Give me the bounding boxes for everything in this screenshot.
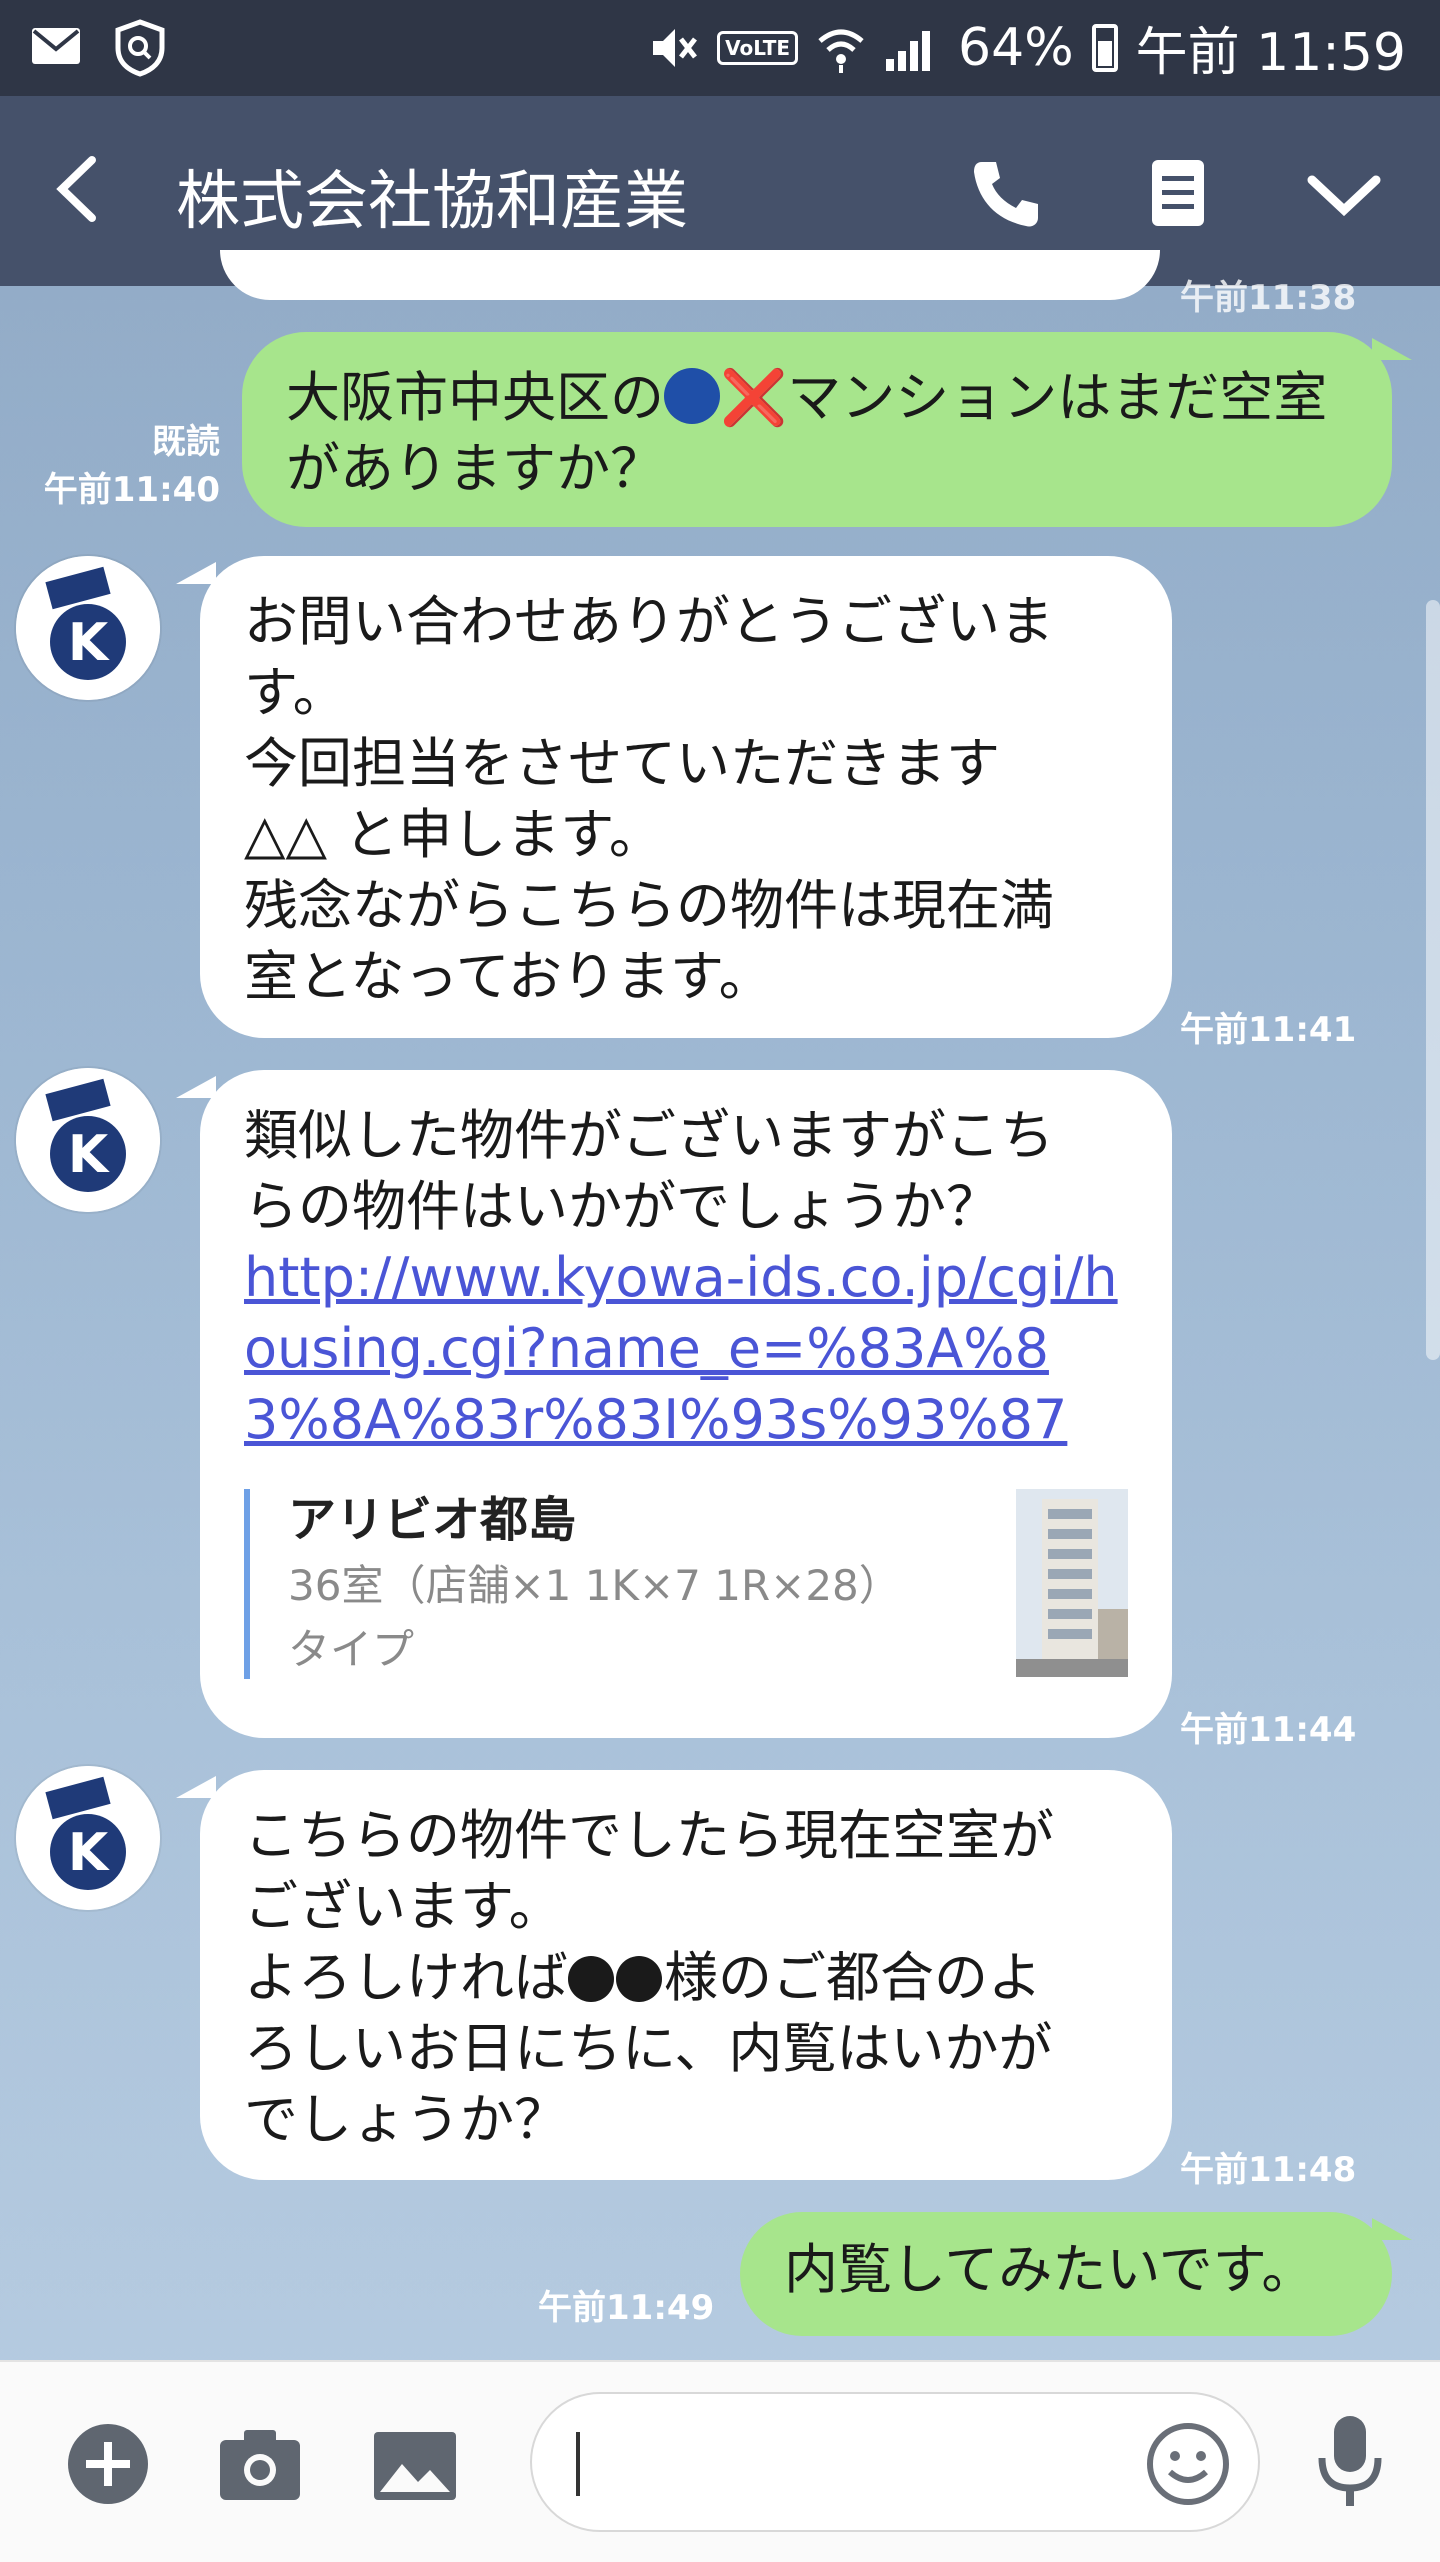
preview-description: 36室（店舗×1 1K×7 1R×28） bbox=[288, 1561, 901, 1610]
image-icon[interactable] bbox=[372, 2430, 458, 2502]
scrollbar[interactable] bbox=[1426, 600, 1440, 1360]
previous-message-bubble bbox=[220, 250, 1160, 300]
message-line: こちらの物件でしたら現在空室が bbox=[244, 1804, 1054, 1867]
status-bar: VoLTE 64% 午前 11:59 bbox=[0, 0, 1440, 96]
message-line: でしょうか？ bbox=[244, 2088, 568, 2151]
volte-badge: VoLTE bbox=[717, 30, 799, 65]
microphone-icon[interactable] bbox=[1312, 2412, 1388, 2512]
message-text: 大阪市中央区の bbox=[286, 366, 664, 429]
svg-text:K: K bbox=[68, 613, 110, 673]
message-time: 午前11:48 bbox=[1180, 2150, 1357, 2190]
avatar[interactable]: K bbox=[16, 556, 160, 700]
red-cross-icon: ❌ bbox=[720, 366, 788, 429]
message-line: 室となっております。 bbox=[244, 945, 773, 1008]
message-time: 午前11:40 bbox=[43, 470, 220, 510]
black-circle-icon bbox=[616, 1956, 662, 2002]
company-logo-icon: K bbox=[16, 1766, 160, 1910]
svg-text:K: K bbox=[68, 1125, 110, 1185]
status-time: 午前 11:59 bbox=[1135, 23, 1406, 83]
preview-description: タイプ bbox=[288, 1625, 415, 1674]
outgoing-message-bubble[interactable]: 内覧してみたいです。 bbox=[740, 2212, 1392, 2336]
signal-icon bbox=[886, 30, 931, 71]
previous-message-time: 午前11:38 bbox=[1180, 278, 1357, 318]
bubble-tail bbox=[176, 1776, 216, 1798]
message-line: よろしければ 様のご都合のよ bbox=[244, 1942, 1128, 2013]
camera-icon[interactable] bbox=[218, 2426, 302, 2502]
phone-icon[interactable] bbox=[966, 154, 1046, 234]
avatar[interactable]: K bbox=[16, 1766, 160, 1910]
bubble-tail bbox=[1372, 338, 1412, 360]
message-line: す。 bbox=[244, 661, 347, 724]
avatar[interactable]: K bbox=[16, 1068, 160, 1212]
read-label: 既読 bbox=[152, 422, 220, 462]
wifi-icon bbox=[818, 29, 864, 73]
back-arrow-icon[interactable] bbox=[50, 154, 110, 224]
property-link[interactable]: http://www.kyowa-ids.co.jp/cgi/housing.c… bbox=[244, 1242, 1128, 1455]
mail-icon bbox=[32, 28, 80, 64]
blue-circle-icon bbox=[664, 368, 720, 424]
message-line: 今回担当をさせていただきます bbox=[244, 732, 1000, 795]
message-meta: 既読 午前11:40 bbox=[30, 418, 220, 514]
message-input[interactable] bbox=[530, 2392, 1260, 2532]
security-shield-icon bbox=[115, 19, 165, 77]
message-text: 様のご都合のよ bbox=[664, 1946, 1042, 2009]
company-logo-icon: K bbox=[16, 1068, 160, 1212]
battery-percent: 64% bbox=[958, 17, 1074, 78]
bubble-tail bbox=[176, 1076, 216, 1098]
preview-title: アリビオ都島 bbox=[288, 1492, 577, 1548]
message-line: お問い合わせありがとうございま bbox=[244, 590, 1054, 653]
message-line: ございます。 bbox=[244, 1875, 563, 1938]
company-logo-icon: K bbox=[16, 556, 160, 700]
text-cursor bbox=[576, 2432, 580, 2496]
link-preview-card[interactable]: アリビオ都島 36室（店舗×1 1K×7 1R×28） タイプ bbox=[244, 1489, 1128, 1679]
message-time: 午前11:41 bbox=[1180, 1010, 1357, 1050]
notes-icon[interactable] bbox=[1138, 154, 1218, 234]
battery-icon bbox=[1091, 23, 1118, 72]
mute-icon bbox=[653, 28, 698, 67]
message-text: よろしければ bbox=[244, 1946, 568, 2009]
svg-text:K: K bbox=[68, 1823, 110, 1883]
bubble-tail bbox=[1372, 2218, 1412, 2240]
message-line: 残念ながらこちらの物件は現在満 bbox=[244, 874, 1054, 937]
message-input-bar bbox=[0, 2360, 1440, 2562]
incoming-message-bubble[interactable]: こちらの物件でしたら現在空室が ございます。 よろしければ 様のご都合のよ ろしい… bbox=[200, 1770, 1172, 2180]
chat-title: 株式会社協和産業 bbox=[176, 165, 688, 239]
black-circle-icon bbox=[568, 1956, 614, 2002]
message-time: 午前11:44 bbox=[1180, 1710, 1357, 1750]
plus-icon[interactable] bbox=[66, 2422, 150, 2506]
incoming-message-bubble[interactable]: お問い合わせありがとうございま す。 今回担当をさせていただきます △△ と申し… bbox=[200, 556, 1172, 1038]
message-line: △△ と申します。 bbox=[244, 803, 663, 866]
bubble-tail bbox=[176, 562, 216, 584]
message-line: 類似した物件がございますがこち bbox=[244, 1104, 1054, 1167]
message-line: らの物件はいかがでしょうか？ bbox=[244, 1175, 1000, 1238]
chevron-down-icon[interactable] bbox=[1304, 154, 1384, 234]
message-line: ろしいお日にちに、内覧はいかが bbox=[244, 2017, 1053, 2080]
building-thumbnail bbox=[1016, 1489, 1128, 1677]
message-text: 内覧してみたいです。 bbox=[784, 2238, 1316, 2301]
incoming-message-bubble[interactable]: 類似した物件がございますがこち らの物件はいかがでしょうか？ http://ww… bbox=[200, 1070, 1172, 1738]
emoji-icon[interactable] bbox=[1144, 2420, 1232, 2508]
outgoing-message-bubble[interactable]: 大阪市中央区の ❌マンションはまだ空室がありますか？ bbox=[242, 332, 1392, 527]
message-time: 午前11:49 bbox=[538, 2288, 715, 2328]
